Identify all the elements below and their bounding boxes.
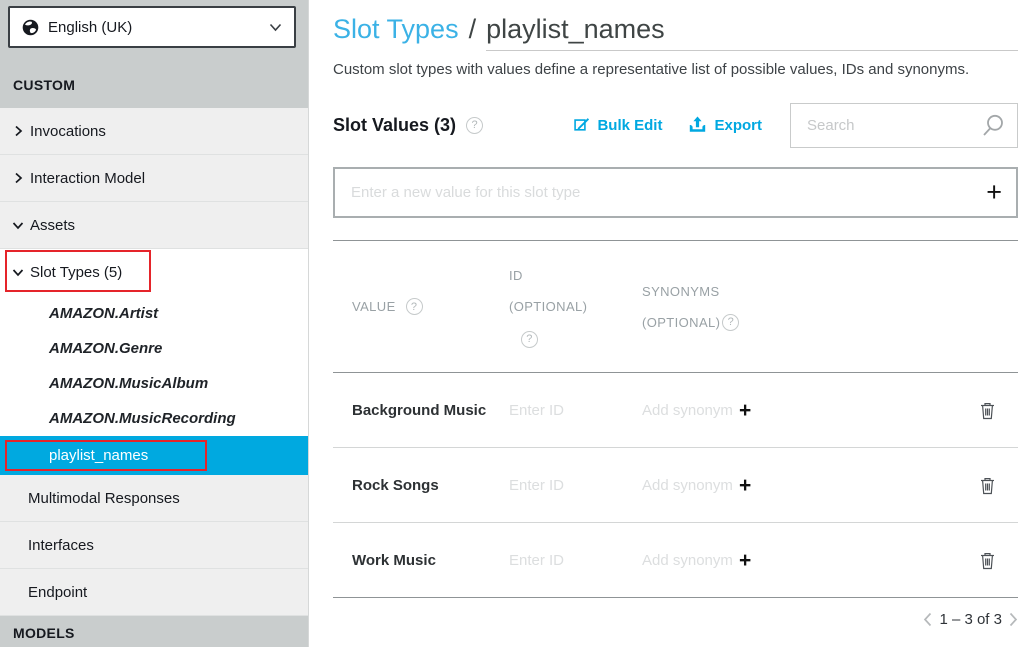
slot-values-title: Slot Values (3) bbox=[333, 115, 456, 136]
chevron-down-icon bbox=[12, 268, 24, 277]
export-label: Export bbox=[714, 117, 762, 134]
breadcrumb: Slot Types / playlist_names bbox=[333, 14, 1018, 51]
delete-row-button[interactable] bbox=[978, 474, 997, 497]
help-icon[interactable]: ? bbox=[406, 298, 423, 315]
enter-id-input[interactable] bbox=[509, 552, 619, 569]
add-value-button[interactable]: + bbox=[986, 179, 1002, 206]
chevron-right-icon bbox=[12, 125, 24, 137]
slot-value-text[interactable]: Work Music bbox=[352, 552, 509, 569]
pagination-next-button[interactable] bbox=[1009, 612, 1018, 627]
sidebar-item-playlist-names[interactable]: playlist_names bbox=[0, 436, 308, 475]
add-synonym-input[interactable] bbox=[642, 552, 739, 569]
sidebar-item-assets[interactable]: Assets bbox=[0, 202, 308, 249]
bulk-edit-button[interactable]: Bulk Edit bbox=[573, 117, 662, 134]
chevron-right-icon bbox=[12, 172, 24, 184]
sidebar-item-label: Assets bbox=[30, 217, 75, 234]
sidebar-item-amazon-genre[interactable]: AMAZON.Genre bbox=[0, 331, 308, 366]
sidebar-item-label: AMAZON.MusicAlbum bbox=[49, 375, 208, 392]
sidebar-item-interfaces[interactable]: Interfaces bbox=[0, 522, 308, 569]
export-icon bbox=[688, 116, 707, 134]
locale-selector[interactable]: English (UK) bbox=[8, 6, 296, 48]
column-header-id-line2: (OPTIONAL) bbox=[509, 291, 642, 322]
slot-value-text[interactable]: Rock Songs bbox=[352, 477, 509, 494]
add-synonym-button[interactable]: + bbox=[739, 400, 751, 421]
new-slot-value-input[interactable] bbox=[351, 184, 986, 201]
trash-icon bbox=[980, 476, 995, 495]
add-synonym-input[interactable] bbox=[642, 477, 739, 494]
column-header-synonyms-line1: SYNONYMS bbox=[642, 276, 978, 307]
globe-icon bbox=[22, 19, 39, 36]
sidebar-item-label: Slot Types (5) bbox=[30, 264, 122, 281]
table-header: VALUE ? ID (OPTIONAL) ? SYNONYMS (OPTION… bbox=[333, 240, 1018, 373]
column-header-synonyms-line2: (OPTIONAL) bbox=[642, 307, 720, 338]
sidebar-item-label: AMAZON.Genre bbox=[49, 340, 162, 357]
slot-types-link[interactable]: Slot Types bbox=[333, 14, 459, 45]
sidebar-item-label: Invocations bbox=[30, 123, 106, 140]
locale-label: English (UK) bbox=[48, 19, 132, 36]
main-content: Slot Types / playlist_names Custom slot … bbox=[309, 0, 1032, 647]
search-box[interactable] bbox=[790, 103, 1018, 148]
add-synonym-button[interactable]: + bbox=[739, 475, 751, 496]
pagination-label: 1 – 3 of 3 bbox=[939, 611, 1002, 628]
sidebar-item-label: playlist_names bbox=[49, 447, 148, 464]
pagination: 1 – 3 of 3 bbox=[333, 611, 1018, 628]
slot-values-toolbar: Slot Values (3) ? Bulk Edit Export bbox=[333, 102, 1018, 148]
table-row: Work Music + bbox=[333, 523, 1018, 598]
delete-row-button[interactable] bbox=[978, 549, 997, 572]
sidebar-item-label: Multimodal Responses bbox=[28, 490, 180, 507]
sidebar-header: English (UK) CUSTOM bbox=[0, 0, 308, 108]
sidebar-footer: MODELS bbox=[0, 616, 308, 647]
search-icon bbox=[982, 114, 1005, 137]
toolbar-actions: Bulk Edit Export bbox=[573, 116, 762, 134]
table-row: Rock Songs + bbox=[333, 448, 1018, 523]
bulk-edit-label: Bulk Edit bbox=[597, 117, 662, 134]
page-description: Custom slot types with values define a r… bbox=[333, 61, 1018, 78]
column-header-id: ID (OPTIONAL) ? bbox=[509, 260, 642, 353]
chevron-down-icon bbox=[269, 23, 282, 32]
sidebar-item-amazon-musicrecording[interactable]: AMAZON.MusicRecording bbox=[0, 401, 308, 436]
add-synonym-button[interactable]: + bbox=[739, 550, 751, 571]
sidebar-item-label: Interfaces bbox=[28, 537, 94, 554]
section-header-models: MODELS bbox=[0, 625, 308, 641]
sidebar: English (UK) CUSTOM Invocations Interact… bbox=[0, 0, 309, 647]
sidebar-item-amazon-artist[interactable]: AMAZON.Artist bbox=[0, 296, 308, 331]
chevron-down-icon bbox=[12, 221, 24, 230]
breadcrumb-separator: / bbox=[469, 14, 477, 45]
help-icon[interactable]: ? bbox=[521, 331, 538, 348]
column-header-value: VALUE ? bbox=[352, 298, 509, 315]
page-title[interactable]: playlist_names bbox=[486, 14, 1018, 51]
pagination-prev-button[interactable] bbox=[923, 612, 932, 627]
help-icon[interactable]: ? bbox=[466, 117, 483, 134]
bulk-edit-icon bbox=[573, 117, 590, 134]
sidebar-item-amazon-musicalbum[interactable]: AMAZON.MusicAlbum bbox=[0, 366, 308, 401]
enter-id-input[interactable] bbox=[509, 477, 619, 494]
sidebar-nav: Invocations Interaction Model Assets Slo… bbox=[0, 108, 308, 616]
sidebar-item-label: Interaction Model bbox=[30, 170, 145, 187]
sidebar-item-interaction-model[interactable]: Interaction Model bbox=[0, 155, 308, 202]
trash-icon bbox=[980, 551, 995, 570]
help-icon[interactable]: ? bbox=[722, 314, 739, 331]
trash-icon bbox=[980, 401, 995, 420]
sidebar-item-label: AMAZON.MusicRecording bbox=[49, 410, 236, 427]
sidebar-item-slot-types[interactable]: Slot Types (5) bbox=[0, 249, 308, 296]
column-header-synonyms: SYNONYMS (OPTIONAL) ? bbox=[642, 276, 978, 338]
sidebar-item-endpoint[interactable]: Endpoint bbox=[0, 569, 308, 616]
delete-row-button[interactable] bbox=[978, 399, 997, 422]
sidebar-item-invocations[interactable]: Invocations bbox=[0, 108, 308, 155]
enter-id-input[interactable] bbox=[509, 402, 619, 419]
section-header-custom: CUSTOM bbox=[0, 48, 308, 93]
table-row: Background Music + bbox=[333, 373, 1018, 448]
skill-builder-app: English (UK) CUSTOM Invocations Interact… bbox=[0, 0, 1032, 647]
column-header-id-line1: ID bbox=[509, 260, 642, 291]
sidebar-item-multimodal-responses[interactable]: Multimodal Responses bbox=[0, 475, 308, 522]
search-input[interactable] bbox=[807, 117, 982, 134]
export-button[interactable]: Export bbox=[688, 116, 762, 134]
slot-value-text[interactable]: Background Music bbox=[352, 402, 509, 419]
sidebar-item-label: AMAZON.Artist bbox=[49, 305, 158, 322]
new-slot-value-bar: + bbox=[333, 167, 1018, 218]
sidebar-item-label: Endpoint bbox=[28, 584, 87, 601]
add-synonym-input[interactable] bbox=[642, 402, 739, 419]
column-header-value-label: VALUE bbox=[352, 299, 396, 314]
